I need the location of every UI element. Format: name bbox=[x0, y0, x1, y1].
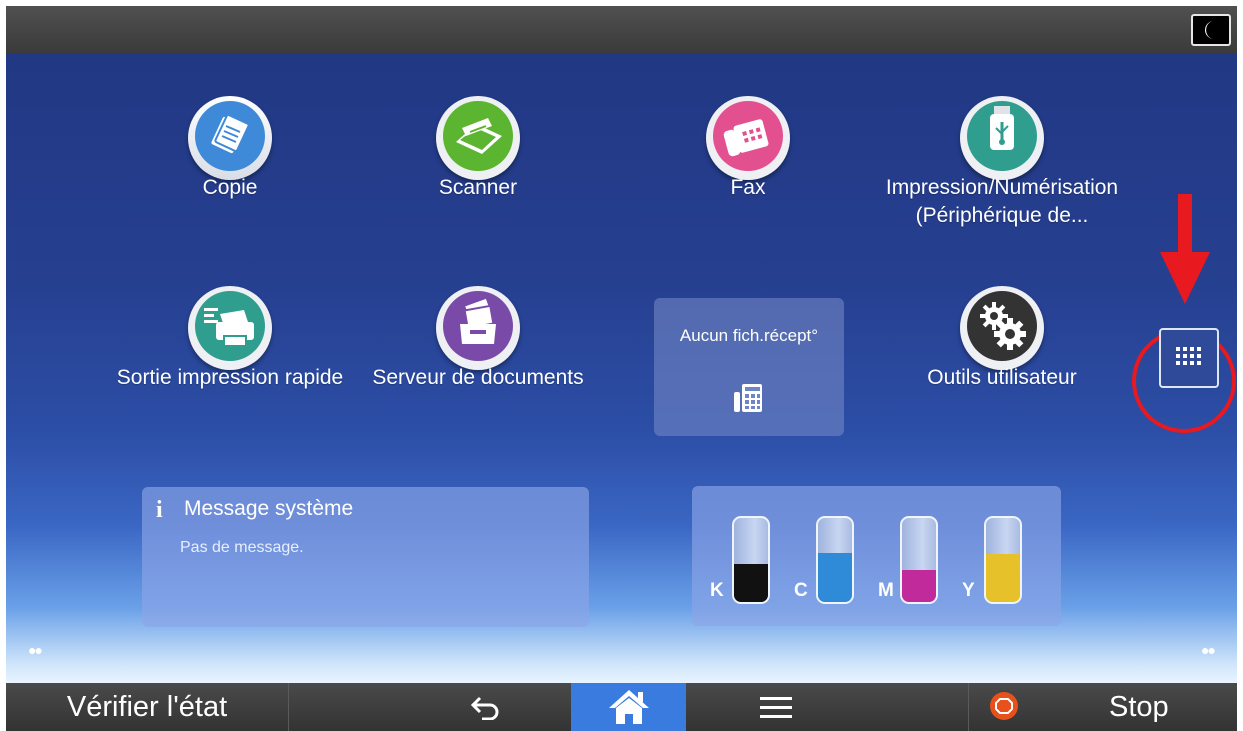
back-button[interactable] bbox=[446, 683, 526, 731]
stop-label: Stop bbox=[1109, 691, 1169, 723]
fax-received-text: Aucun fich.récept° bbox=[679, 326, 819, 345]
app-list-button[interactable] bbox=[1159, 328, 1219, 388]
app-print-scan-memory[interactable]: Impression/Numérisation (Périphérique de… bbox=[882, 96, 1122, 246]
info-icon: i bbox=[156, 497, 163, 523]
system-message-text: Pas de message. bbox=[180, 539, 304, 556]
red-arrow-annotation bbox=[1160, 194, 1210, 304]
usb-icon bbox=[960, 96, 1044, 180]
toner-label: M bbox=[878, 580, 894, 601]
toner-k: K bbox=[710, 516, 770, 604]
app-label: Outils utilisateur bbox=[927, 366, 1077, 389]
app-grid-icon bbox=[1176, 347, 1201, 365]
quick-print-icon bbox=[188, 286, 272, 370]
gear-icon bbox=[960, 286, 1044, 370]
toner-bottle bbox=[900, 516, 938, 604]
app-document-server[interactable]: Serveur de documents bbox=[358, 286, 598, 406]
app-user-tools[interactable]: Outils utilisateur bbox=[882, 286, 1122, 406]
toner-fill bbox=[734, 564, 768, 602]
toner-fill bbox=[818, 553, 852, 602]
toner-y: Y bbox=[962, 516, 1022, 604]
toner-bottle bbox=[984, 516, 1022, 604]
app-label: Impression/Numérisation (Périphérique de… bbox=[882, 174, 1122, 230]
toner-c: C bbox=[794, 516, 854, 604]
menu-button[interactable] bbox=[736, 683, 816, 731]
stop-icon bbox=[990, 692, 1018, 720]
printer-panel-screen: Copie Scanner Fax Impression/Numérisatio… bbox=[6, 6, 1237, 731]
app-label-line2: (Périphérique de... bbox=[915, 204, 1089, 227]
app-label: Scanner bbox=[438, 176, 518, 199]
home-screen: Copie Scanner Fax Impression/Numérisatio… bbox=[6, 54, 1237, 683]
fax-icon bbox=[706, 96, 790, 180]
toner-label: K bbox=[710, 580, 724, 601]
scanner-icon bbox=[436, 96, 520, 180]
document-server-icon bbox=[436, 286, 520, 370]
toner-fill bbox=[902, 570, 936, 602]
sleep-mode-button[interactable] bbox=[1191, 14, 1231, 46]
toner-bottle bbox=[732, 516, 770, 604]
menu-icon bbox=[760, 697, 792, 718]
check-status-button[interactable]: Vérifier l'état bbox=[6, 683, 289, 731]
app-label: Sortie impression rapide bbox=[116, 366, 344, 389]
system-message-title: Message système bbox=[184, 497, 354, 520]
app-copy[interactable]: Copie bbox=[110, 96, 350, 216]
system-message-panel[interactable]: i Message système Pas de message. bbox=[142, 487, 589, 627]
fax-file-icon bbox=[734, 384, 762, 412]
toner-m: M bbox=[878, 516, 938, 604]
top-bar bbox=[6, 6, 1237, 54]
app-label: Fax bbox=[730, 176, 766, 199]
fax-received-widget[interactable]: Aucun fich.récept° bbox=[654, 298, 844, 436]
toner-level-panel[interactable]: K C M Y bbox=[692, 486, 1061, 626]
toner-fill bbox=[986, 554, 1020, 602]
app-label-line1: Impression/Numérisation bbox=[885, 176, 1119, 199]
stop-button[interactable]: Stop bbox=[968, 683, 1237, 731]
home-button[interactable] bbox=[571, 683, 686, 731]
copy-icon bbox=[188, 96, 272, 180]
moon-icon bbox=[1205, 21, 1214, 39]
app-fax[interactable]: Fax bbox=[628, 96, 868, 216]
home-icon bbox=[608, 690, 649, 724]
toner-bottle bbox=[816, 516, 854, 604]
toner-label: C bbox=[794, 580, 808, 601]
app-quick-print-release[interactable]: Sortie impression rapide bbox=[110, 286, 350, 406]
app-scanner[interactable]: Scanner bbox=[358, 96, 598, 216]
toner-label: Y bbox=[962, 580, 975, 601]
back-icon bbox=[470, 696, 499, 720]
app-label: Serveur de documents bbox=[372, 366, 584, 389]
bottom-bar: Vérifier l'état Stop bbox=[6, 683, 1237, 731]
app-label: Copie bbox=[202, 176, 258, 199]
page-indicator-right[interactable]: ●● bbox=[1201, 642, 1216, 658]
page-indicator-left[interactable]: ●● bbox=[28, 642, 43, 658]
